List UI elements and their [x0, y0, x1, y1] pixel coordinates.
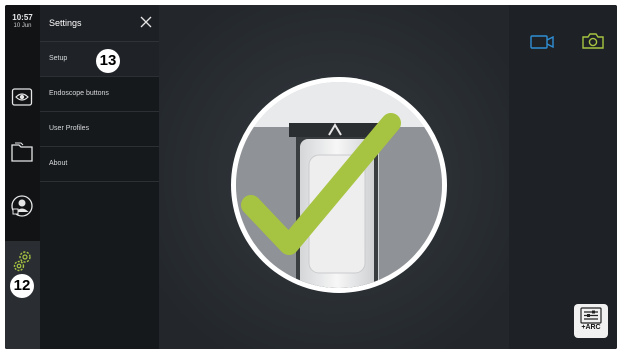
video-camera-icon[interactable]: [528, 32, 556, 52]
camera-icon[interactable]: [579, 31, 607, 51]
close-icon[interactable]: [139, 15, 153, 29]
callout-badge-settings: 12: [10, 274, 34, 298]
settings-header: Settings: [40, 5, 159, 42]
clock-date: 10 Jun: [13, 23, 32, 29]
settings-gear-icon: [13, 251, 31, 272]
menu-item-label: Setup: [49, 55, 68, 62]
arc-label: +ARC: [581, 324, 601, 331]
settings-title: Settings: [49, 18, 82, 28]
menu-item-label: About: [49, 160, 68, 167]
callout-badge-setup: 13: [96, 49, 120, 73]
arc-settings-button[interactable]: +ARC: [574, 304, 608, 338]
menu-item-label: User Profiles: [49, 125, 90, 132]
folder-icon: [11, 142, 33, 162]
endoscope-connector-illustration: [159, 5, 509, 349]
user-profile-button[interactable]: [8, 192, 36, 220]
eye-button[interactable]: [8, 83, 36, 111]
menu-item-user-profiles[interactable]: User Profiles: [40, 112, 159, 147]
status-clock: 10:57 10 Jun: [5, 13, 40, 30]
eye-icon: [11, 88, 33, 106]
user-profile-icon: [11, 195, 33, 217]
settings-button[interactable]: [8, 247, 36, 275]
live-view-area: [159, 5, 509, 349]
monitor-screen: 10:57 10 Jun Settings Setup Endoscope bu…: [5, 5, 617, 349]
sliders-icon: [580, 307, 602, 324]
folder-button[interactable]: [8, 138, 36, 166]
menu-item-label: Endoscope buttons: [49, 90, 109, 97]
clock-time: 10:57: [12, 13, 33, 22]
right-toolbar: [509, 5, 617, 349]
menu-item-endoscope-buttons[interactable]: Endoscope buttons: [40, 77, 159, 112]
menu-item-about[interactable]: About: [40, 147, 159, 182]
